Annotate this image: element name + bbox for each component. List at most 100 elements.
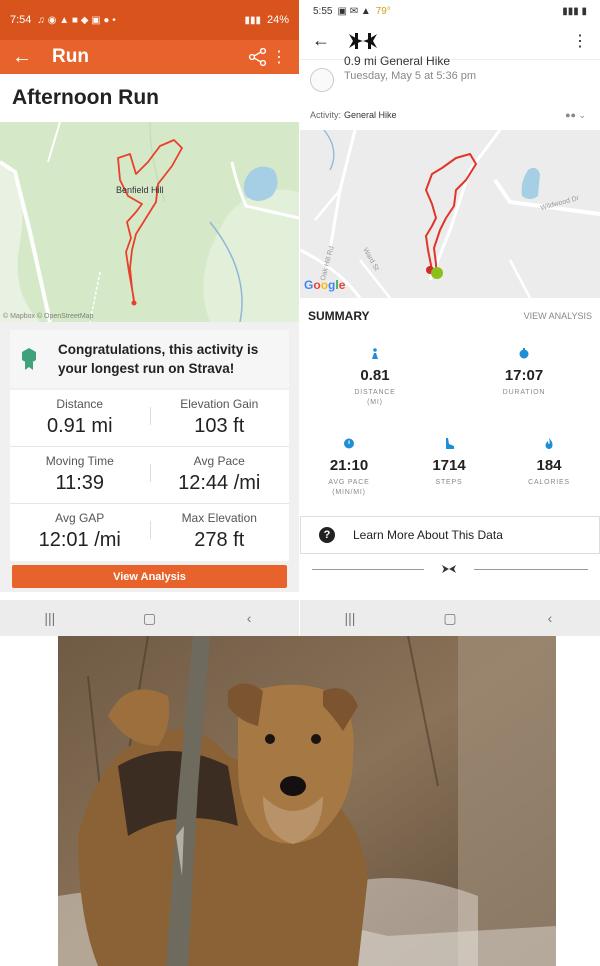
view-analysis-button[interactable]: View Analysis	[12, 565, 287, 588]
activity-title: Afternoon Run	[12, 86, 159, 109]
status-bar: 5:55 ▣ ✉ ▲ 79° ▮▮▮ ▮	[300, 0, 600, 22]
badge-icon	[22, 348, 36, 370]
stat-label: Avg Pace	[193, 454, 245, 468]
workout-date: Tuesday, May 5 at 5:36 pm	[344, 70, 477, 82]
stat-elevation-gain: Elevation Gain 103 ft	[150, 390, 290, 446]
stat-label: Max Elevation	[181, 511, 257, 525]
shoe-icon	[446, 438, 454, 449]
metric-label: DISTANCE	[354, 389, 396, 396]
learn-more-text: Learn More About This Data	[353, 528, 503, 542]
privacy-icon[interactable]: ●● ⌄	[565, 110, 600, 121]
stat-avg-pace: Avg Pace 12:44 /mi	[150, 447, 290, 503]
achievement-message: Congratulations, this activity is your l…	[58, 342, 259, 376]
status-time: 7:54	[10, 14, 32, 26]
ua-mini-logo-icon	[442, 565, 456, 573]
learn-more-banner[interactable]: ? Learn More About This Data	[300, 516, 600, 554]
stats-row: Moving Time 11:39 Avg Pace 12:44 /mi	[10, 447, 289, 504]
stat-value: 11:39	[55, 472, 105, 494]
workout-title: 0.9 mi General Hike	[344, 54, 451, 68]
hiker-icon	[372, 348, 378, 359]
route-map[interactable]: Wildwood Dr Oak Hill Rd Ward St Google	[300, 130, 600, 298]
divider-line	[474, 569, 588, 570]
metric-distance: 0.81 DISTANCE (MI)	[330, 346, 420, 408]
stats-row: Avg GAP 12:01 /mi Max Elevation 278 ft	[10, 504, 289, 561]
activity-value: General Hike	[344, 110, 397, 120]
stat-label: Elevation Gain	[180, 397, 259, 411]
activity-details: Congratulations, this activity is your l…	[0, 322, 299, 600]
stat-label: Moving Time	[45, 454, 114, 468]
stat-value: 103 ft	[194, 415, 245, 437]
stat-max-elevation: Max Elevation 278 ft	[150, 504, 290, 561]
dog-photo	[58, 636, 556, 966]
app-bar: ← Run ⋮	[0, 40, 299, 74]
weather-temp: 79°	[375, 5, 391, 17]
recent-apps-icon[interactable]: |||	[30, 608, 70, 628]
metric-calories: 184 CALORIES	[504, 436, 594, 488]
metric-label: AVG PACE	[328, 479, 370, 486]
divider-line	[312, 569, 424, 570]
back-icon[interactable]: ‹	[530, 608, 570, 628]
route-map[interactable]: Benfield Hill © Mapbox © OpenStreetMap	[0, 122, 299, 322]
home-icon[interactable]: ▢	[129, 608, 169, 628]
notification-icons: ▣ ✉ ▲	[337, 5, 371, 17]
stopwatch-icon	[519, 348, 529, 359]
map-credit: © Mapbox © OpenStreetMap	[3, 313, 94, 320]
stats-grid: Distance 0.91 mi Elevation Gain 103 ft M…	[10, 390, 289, 561]
metric-value: 21:10	[329, 457, 369, 474]
flame-icon	[545, 438, 553, 449]
stat-divider	[150, 521, 151, 539]
collage: 7:54 ♫ ◉ ▲ ■ ◆ ▣ ● • ▮▮▮ 24% ← Run ⋮ Aft…	[0, 0, 600, 966]
map-place-label: Benfield Hill	[116, 185, 164, 195]
view-analysis-link[interactable]: VIEW ANALYSIS	[524, 311, 592, 321]
home-icon[interactable]: ▢	[430, 608, 470, 628]
back-arrow-icon[interactable]: ←	[312, 30, 346, 51]
recent-apps-icon[interactable]: |||	[330, 608, 370, 628]
status-time: 5:55	[313, 5, 333, 17]
stat-divider	[150, 407, 151, 425]
google-logo: Google	[304, 278, 346, 292]
map-graphic	[300, 130, 600, 298]
signal-icon: ▮▮▮	[244, 14, 261, 26]
footer-divider	[312, 565, 588, 573]
metric-value: 184	[536, 457, 562, 474]
metric-value: 0.81	[360, 367, 390, 384]
stat-value: 0.91 mi	[46, 415, 113, 437]
hiker-avatar-icon	[310, 68, 334, 92]
pace-icon	[344, 438, 354, 449]
activity-label: Activity:	[310, 110, 342, 120]
map-graphic	[0, 122, 299, 322]
stat-moving-time: Moving Time 11:39	[10, 447, 150, 503]
spacer	[0, 592, 299, 600]
metric-value: 17:07	[504, 367, 544, 384]
metric-label: STEPS	[435, 479, 463, 486]
battery-text: 24%	[266, 14, 289, 26]
ua-screen: 5:55 ▣ ✉ ▲ 79° ▮▮▮ ▮ ← ⋮ 0.9 mi General …	[300, 0, 600, 636]
under-armour-logo-icon	[349, 32, 377, 49]
notification-icons: ♫ ◉ ▲ ■ ◆ ▣ ● •	[37, 14, 116, 26]
stat-value: 278 ft	[194, 529, 245, 551]
help-icon: ?	[319, 527, 335, 543]
more-options-icon[interactable]: ⋮	[572, 31, 588, 51]
share-icon[interactable]	[245, 47, 271, 67]
back-icon[interactable]: ‹	[229, 608, 269, 628]
stat-avg-gap: Avg GAP 12:01 /mi	[10, 504, 150, 561]
achievement-banner: Congratulations, this activity is your l…	[10, 330, 289, 388]
metric-value: 1714	[432, 457, 466, 474]
stats-row: Distance 0.91 mi Elevation Gain 103 ft	[10, 390, 289, 447]
metric-avg-pace: 21:10 AVG PACE (MIN/MI)	[304, 436, 394, 498]
back-arrow-icon[interactable]: ←	[12, 46, 42, 69]
stat-distance: Distance 0.91 mi	[10, 390, 150, 446]
signal-icon: ▮▮▮ ▮	[562, 5, 587, 17]
metric-unit: (MIN/MI)	[332, 489, 366, 496]
metric-label: DURATION	[502, 389, 546, 396]
stat-value: 12:01 /mi	[38, 529, 121, 551]
activity-type: Activity: General Hike ●● ⌄	[300, 100, 600, 130]
more-options-icon[interactable]: ⋮	[271, 47, 287, 67]
system-nav-bar: ||| ▢ ‹	[0, 600, 299, 636]
stat-label: Avg GAP	[55, 511, 105, 525]
status-bar: 7:54 ♫ ◉ ▲ ■ ◆ ▣ ● • ▮▮▮ 24%	[0, 0, 299, 40]
stat-divider	[150, 464, 151, 482]
summary-header: SUMMARY VIEW ANALYSIS	[300, 298, 600, 334]
metric-unit: (MI)	[367, 399, 383, 406]
system-nav-bar: ||| ▢ ‹	[300, 600, 600, 636]
